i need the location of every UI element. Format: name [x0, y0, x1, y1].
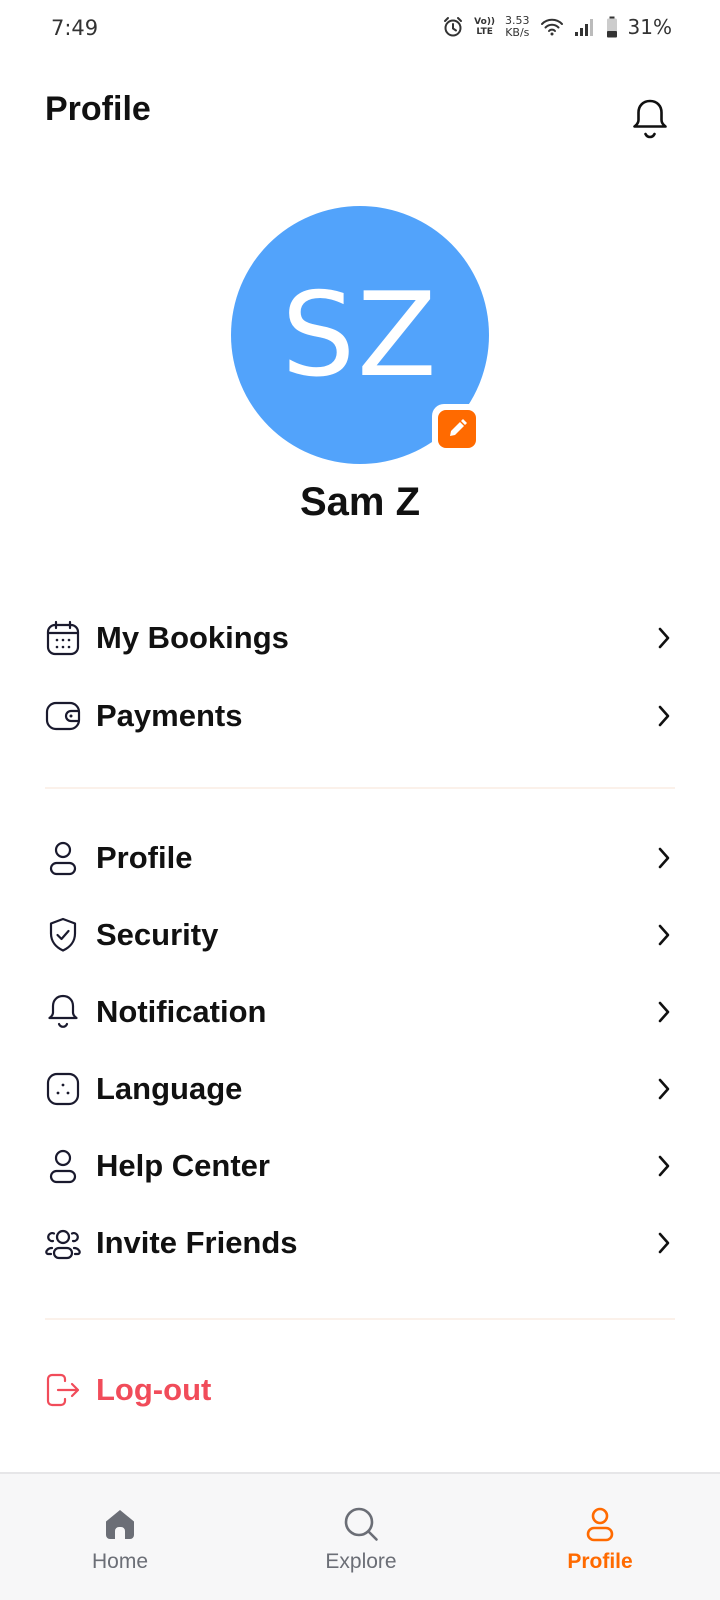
- menu-item-notification[interactable]: Notification: [44, 982, 676, 1042]
- menu-item-payments[interactable]: Payments: [44, 686, 676, 746]
- speed-unit: KB/s: [505, 26, 530, 39]
- nav-label: Explore: [325, 1550, 397, 1573]
- menu-label: Payments: [96, 698, 243, 733]
- volte-bottom: LTE: [476, 27, 493, 37]
- menu-label: Invite Friends: [96, 1225, 298, 1260]
- section-divider: [45, 1318, 675, 1320]
- home-icon: [100, 1504, 140, 1544]
- chevron-right-icon: [652, 626, 676, 650]
- shield-check-icon: [44, 916, 82, 954]
- chevron-right-icon: [652, 846, 676, 870]
- bell-icon: [44, 993, 82, 1031]
- chevron-right-icon: [652, 923, 676, 947]
- menu-item-invite-friends[interactable]: Invite Friends: [44, 1213, 676, 1273]
- pencil-icon: [438, 410, 476, 448]
- wifi-icon: [540, 17, 564, 37]
- chevron-right-icon: [652, 704, 676, 728]
- chevron-right-icon: [652, 1231, 676, 1255]
- notification-button[interactable]: [628, 98, 672, 144]
- menu-label: Language: [96, 1071, 243, 1106]
- section-divider: [45, 787, 675, 789]
- menu-item-my-bookings[interactable]: My Bookings: [44, 608, 676, 668]
- status-time: 7:49: [51, 16, 99, 40]
- user-icon: [44, 1147, 82, 1185]
- menu-label: Notification: [96, 994, 267, 1029]
- bell-icon: [631, 98, 669, 145]
- chevron-right-icon: [652, 1077, 676, 1101]
- user-name: Sam Z: [299, 480, 421, 524]
- battery-percent: 31%: [627, 15, 672, 39]
- wallet-icon: [44, 697, 82, 735]
- avatar-initials: SZ: [281, 267, 439, 403]
- language-icon: [44, 1070, 82, 1108]
- menu-item-language[interactable]: Language: [44, 1059, 676, 1119]
- menu-item-help-center[interactable]: Help Center: [44, 1136, 676, 1196]
- menu-item-security[interactable]: Security: [44, 905, 676, 965]
- edit-avatar-button[interactable]: [432, 404, 482, 454]
- alarm-icon: [442, 16, 464, 38]
- bottom-nav: Home Explore Profile: [0, 1472, 720, 1600]
- logout-label: Log-out: [96, 1372, 212, 1407]
- battery-icon: [606, 16, 618, 38]
- nav-home[interactable]: Home: [50, 1474, 190, 1600]
- status-bar: 7:49 Vo)) LTE 3.53 KB/s 31%: [0, 0, 720, 60]
- status-icons: Vo)) LTE 3.53 KB/s 31%: [442, 15, 672, 39]
- logout-button[interactable]: Log-out: [44, 1360, 676, 1420]
- menu-label: Security: [96, 917, 219, 952]
- nav-profile[interactable]: Profile: [530, 1474, 670, 1600]
- logout-icon: [44, 1371, 82, 1409]
- nav-label: Profile: [567, 1550, 633, 1573]
- volte-top: Vo)): [474, 17, 496, 27]
- network-speed: 3.53 KB/s: [505, 15, 530, 39]
- nav-label: Home: [91, 1550, 149, 1573]
- nav-explore[interactable]: Explore: [291, 1474, 431, 1600]
- search-icon: [341, 1504, 381, 1544]
- menu-label: My Bookings: [96, 620, 289, 655]
- user-icon: [580, 1504, 620, 1544]
- calendar-icon: [44, 619, 82, 657]
- chevron-right-icon: [652, 1000, 676, 1024]
- menu-label: Profile: [96, 840, 193, 875]
- user-icon: [44, 839, 82, 877]
- chevron-right-icon: [652, 1154, 676, 1178]
- users-icon: [44, 1224, 82, 1262]
- menu-item-profile[interactable]: Profile: [44, 828, 676, 888]
- volte-indicator: Vo)) LTE: [474, 17, 495, 37]
- menu-label: Help Center: [96, 1148, 270, 1183]
- signal-icon: [574, 17, 596, 37]
- page-title: Profile: [45, 90, 151, 128]
